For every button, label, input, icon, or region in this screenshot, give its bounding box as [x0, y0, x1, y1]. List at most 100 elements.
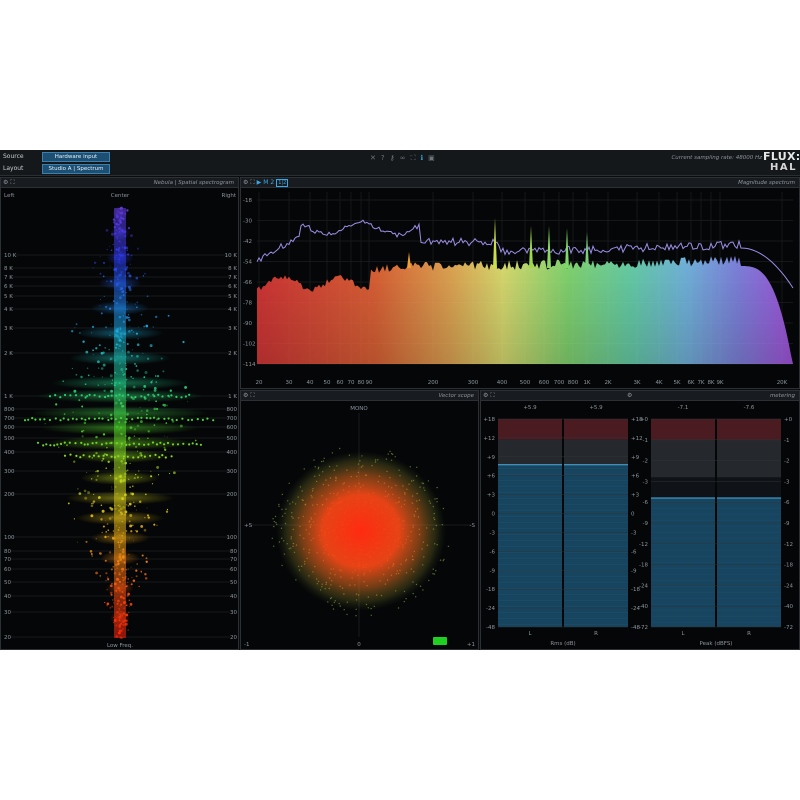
play-icon[interactable]: ▶ [257, 179, 262, 187]
spectrum-freq-label: 4K [655, 380, 662, 386]
settings-icon[interactable]: ⚙ [243, 392, 248, 400]
spectrum-freq-label: 1K [583, 380, 590, 386]
toolbar-icons: ✕ ? ⚷ ∞ ⛶ ℹ ▣ [370, 154, 435, 164]
metering-header: ⚙ ⛶ ⚙ metering [481, 391, 799, 401]
meter-scale-label-left: -48 [486, 625, 495, 631]
fullscreen-icon[interactable]: ⛶ [411, 154, 416, 164]
spectrum-freq-label: 6K [687, 380, 694, 386]
meter-scale-label-right: +6 [631, 474, 640, 480]
nebula-freq-label-right: 300 [227, 469, 238, 475]
nebula-freq-label-right: 70 [230, 557, 237, 563]
nebula-freq-label-left: 4 K [4, 307, 13, 313]
meter-red-zone [717, 419, 781, 440]
help-icon[interactable]: ? [381, 154, 385, 164]
meter-scale-label-right: -12 [784, 542, 793, 548]
source-label: Source [3, 153, 24, 160]
settings-icon[interactable]: ⚙ [483, 392, 488, 400]
expand-icon[interactable]: ⛶ [490, 392, 494, 400]
spectrum-db-label: -78 [243, 301, 252, 307]
nebula-freq-label-left: 300 [4, 469, 15, 475]
meter-scale-label-left: -9 [490, 568, 496, 574]
meter-scale-label-right: -18 [784, 563, 793, 569]
vector-scope-display[interactable]: MONO +S -S -1 0 +1 [241, 401, 478, 649]
meter-level-fill-right [717, 498, 781, 627]
nebula-freq-label-right: 2 K [228, 351, 237, 357]
flux-hal-logo: FLUX: HAL [763, 151, 800, 175]
meter-scale-label-left: +12 [483, 436, 495, 442]
spectrum-db-label: -114 [243, 362, 256, 368]
nebula-freq-label-left: 400 [4, 450, 15, 456]
settings-icon[interactable]: ⚙ [243, 179, 248, 187]
channel-label[interactable]: M [263, 179, 268, 187]
settings-icon[interactable]: ⚙ [627, 392, 632, 399]
meter-channel-label: R [594, 631, 598, 637]
key-icon[interactable]: ⚷ [390, 154, 395, 164]
correlation-indicator [433, 637, 447, 645]
meter-scale-label-right: +12 [631, 436, 643, 442]
vector-bottom-left-label: -1 [244, 642, 249, 648]
vector-bottom-right-label: +1 [467, 642, 475, 648]
meter-channel-label: L [528, 631, 532, 637]
spectrum-freq-label: 8K [707, 380, 714, 386]
meter-scale-label-right: -3 [631, 530, 637, 536]
meter-level-fill-left [498, 464, 562, 627]
meter-scale-label-left: -18 [639, 563, 648, 569]
spectrum-harmonic-peak [565, 228, 569, 268]
meter-scale-label-left: -9 [643, 521, 649, 527]
close-icon[interactable]: ✕ [370, 154, 376, 164]
meter-scale-label-left: 0 [492, 512, 496, 518]
nebula-freq-label-right: 60 [230, 567, 237, 573]
meter-peak-readout-right: -7.6 [744, 405, 755, 411]
hal-application-window: Source Hardware input Layout Studio A | … [0, 150, 800, 650]
metering-display[interactable]: +5.9 +5.9L R+18 +18+12 +12+9 +9+6 +6+3 +30 0-3 -3… [481, 401, 799, 649]
nebula-freq-label-left: 7 K [4, 275, 13, 281]
meter-scale-label-right: +3 [631, 493, 640, 499]
meter-warning-zone [717, 439, 781, 478]
expand-icon[interactable]: ⛶ [250, 392, 254, 400]
link-icon[interactable]: ∞ [400, 154, 406, 164]
nebula-freq-label-right: 500 [227, 436, 238, 442]
spectrum-db-label: -66 [243, 280, 252, 286]
info-icon[interactable]: ℹ [420, 154, 423, 164]
spectrum-display[interactable]: -18 -30 -42 -54 -66 -78 -90 -102 -114 20 30 40 50 60 7… [241, 188, 799, 388]
nebula-freq-label-left: 600 [4, 425, 15, 431]
source-selector[interactable]: Hardware input [42, 152, 110, 162]
nebula-freq-label-left: 40 [4, 594, 11, 600]
nebula-display[interactable]: Left Center Right Low Freq. 10 K 10 K 8 K 8… [1, 188, 240, 650]
channel-mode-toggle[interactable]: 1|2 [276, 179, 289, 187]
spectrum-freq-label: 70 [348, 380, 355, 386]
settings-icon[interactable]: ⚙ [3, 179, 8, 187]
nebula-freq-label-left: 1 K [4, 394, 13, 400]
vector-mono-label: MONO [350, 406, 368, 412]
spectrum-harmonic-peak [529, 226, 533, 268]
layout-label: Layout [3, 165, 24, 172]
meter-scale-label-right: -9 [631, 568, 637, 574]
spectrum-freq-label: 40 [307, 380, 314, 386]
nebula-freq-label-left: 70 [4, 557, 11, 563]
channel-number[interactable]: 2 [270, 179, 274, 187]
meter-scale-label-left: -24 [486, 606, 495, 612]
nebula-freq-label-right: 200 [227, 492, 238, 498]
spectrum-freq-label: 20 [256, 380, 263, 386]
meter-peak-readout-left: +5.9 [523, 405, 537, 411]
expand-icon[interactable]: ⛶ [250, 179, 254, 187]
spectrum-freq-label: 90 [366, 380, 373, 386]
meter-level-fill-right [564, 464, 628, 627]
nebula-freq-label-left: 700 [4, 416, 15, 422]
meter-scale-label-right: -24 [784, 583, 793, 589]
nebula-freq-label-right: 5 K [228, 294, 237, 300]
spectrum-freq-label: 60 [337, 380, 344, 386]
settings-icon[interactable]: ▣ [428, 154, 435, 164]
meter-scale-label-left: -2 [643, 459, 648, 465]
spectrum-freq-label: 800 [568, 380, 579, 386]
meter-scale-label-left: +0 [640, 417, 649, 423]
meter-scale-label-left: -3 [643, 479, 649, 485]
nebula-freq-label-left: 2 K [4, 351, 13, 357]
vector-plus-s-label: +S [244, 523, 253, 529]
metering-title: metering [769, 392, 795, 399]
expand-icon[interactable]: ⛶ [10, 179, 14, 187]
meter-red-zone [498, 419, 562, 440]
meter-scale-label-left: +3 [487, 493, 496, 499]
layout-selector[interactable]: Studio A | Spectrum [42, 164, 110, 174]
meter-red-zone [651, 419, 715, 440]
